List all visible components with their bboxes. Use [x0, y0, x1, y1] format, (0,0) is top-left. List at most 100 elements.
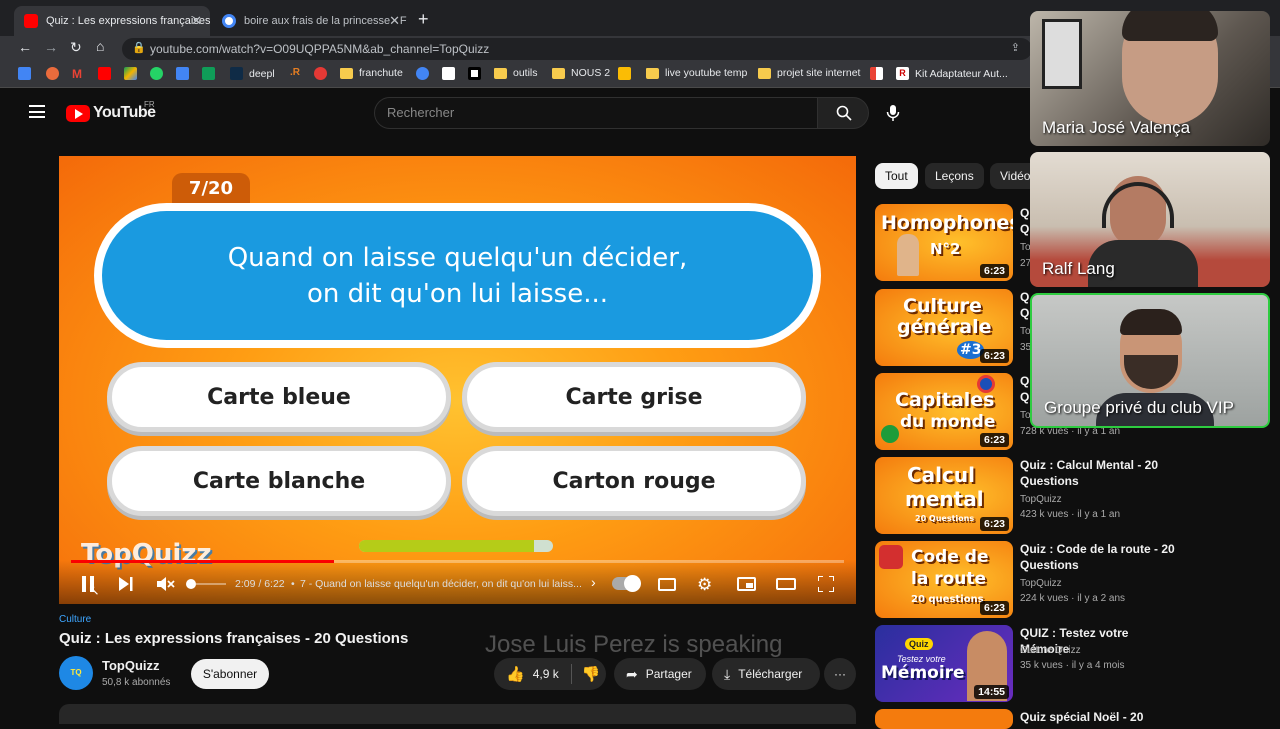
forward-icon[interactable]: → — [44, 39, 58, 55]
chip-lessons[interactable]: Leçons — [925, 163, 984, 189]
bookmark-live-youtube[interactable]: live youtube temp — [646, 67, 747, 79]
settings-gear-icon[interactable]: ⚙ — [697, 575, 712, 595]
youtube-bookmark-icon[interactable] — [98, 67, 117, 80]
dislike-icon[interactable]: 👎 — [582, 665, 601, 683]
next-icon[interactable] — [119, 577, 133, 591]
more-actions-button[interactable]: ··· — [824, 658, 856, 690]
search-button[interactable] — [817, 97, 869, 129]
video-player[interactable]: 7/20 Quand on laisse quelqu'un décider, … — [59, 156, 856, 604]
question-box: Quand on laisse quelqu'un décider, on di… — [94, 203, 821, 348]
address-bar[interactable]: 🔒 youtube.com/watch?v=O09UQPPA5NM&ab_cha… — [122, 38, 1032, 60]
speaker-overlay: Jose Luis Perez is speaking — [485, 631, 783, 658]
volume-slider[interactable] — [186, 579, 196, 589]
participant-tile-2[interactable]: Ralf Lang — [1030, 152, 1270, 287]
rec-title-7[interactable]: Quiz spécial Noël - 20 — [1020, 709, 1180, 725]
participant-tile-1[interactable]: Maria José Valença — [1030, 11, 1270, 146]
search-input[interactable]: Rechercher — [374, 97, 818, 129]
chip-all[interactable]: Tout — [875, 163, 918, 189]
bookmark-icon-2[interactable] — [46, 67, 65, 80]
tab-title: Quiz : Les expressions françaises — [46, 15, 210, 27]
participant-name: Groupe privé du club VIP — [1044, 398, 1234, 417]
question-line-1: Quand on laisse quelqu'un décider, — [227, 242, 688, 273]
back-icon[interactable]: ← — [18, 39, 32, 55]
gmail-icon[interactable]: M — [72, 67, 82, 81]
home-icon[interactable]: ⌂ — [96, 38, 104, 54]
rec-thumbnail-4[interactable]: Calcul mental 20 Questions 6:23 — [875, 457, 1013, 534]
chevron-right-icon[interactable]: › — [591, 574, 596, 590]
bookmark-nous2[interactable]: NOUS 2 — [552, 67, 610, 79]
tab-google-search[interactable]: boire aux frais de la princesse - F ✕ — [212, 6, 408, 36]
close-tab-icon[interactable]: ✕ — [389, 13, 400, 29]
close-tab-icon[interactable]: ✕ — [191, 13, 202, 29]
answer-b: Carte grise — [462, 362, 806, 432]
like-count[interactable]: 4,9 k — [533, 667, 559, 681]
share-icon: ➦ — [626, 665, 638, 682]
autoplay-toggle[interactable] — [612, 575, 641, 592]
rec-thumbnail-2[interactable]: Culture générale #3 6:23 — [875, 289, 1013, 366]
bookmark-icon-3[interactable] — [416, 67, 435, 80]
category-link[interactable]: Culture — [59, 614, 91, 625]
video-title: Quiz : Les expressions françaises - 20 Q… — [59, 630, 409, 647]
bookmark-projet-site[interactable]: projet site internet — [758, 67, 860, 79]
time-display: 2:09 / 6:22 — [235, 578, 285, 590]
url-text: youtube.com/watch?v=O09UQPPA5NM&ab_chann… — [150, 42, 490, 56]
rec-thumbnail-7[interactable] — [875, 709, 1013, 729]
microphone-icon[interactable] — [886, 104, 900, 122]
chapter-title[interactable]: 7 - Quand on laisse quelqu'un décider, o… — [300, 578, 590, 590]
bookmark-icon-1[interactable] — [18, 67, 37, 80]
answer-d: Carton rouge — [462, 446, 806, 516]
rec-thumbnail-1[interactable]: Homophones N°2 6:23 — [875, 204, 1013, 281]
channel-name[interactable]: TopQuizz — [102, 658, 160, 673]
bookmark-franchute[interactable]: franchute — [340, 67, 403, 79]
subtitles-icon[interactable] — [658, 578, 676, 591]
bookmark-icon-4[interactable] — [442, 67, 461, 80]
menu-icon[interactable] — [29, 105, 45, 118]
theater-mode-icon[interactable] — [776, 578, 796, 590]
docs-icon[interactable] — [176, 67, 195, 80]
install-app-icon[interactable]: ⇪ — [1011, 41, 1020, 54]
bookmark-deepl[interactable]: deepl — [230, 67, 275, 80]
timer-bar — [359, 540, 553, 552]
share-button[interactable]: ➦ Partager — [614, 658, 706, 690]
reload-icon[interactable]: ↻ — [70, 39, 82, 56]
sheets-icon[interactable] — [202, 67, 221, 80]
google-favicon-icon — [222, 14, 236, 28]
bookmark-icon-r1[interactable]: .R — [290, 67, 300, 78]
participant-tile-3-active-speaker[interactable]: Groupe privé du club VIP — [1030, 293, 1270, 428]
bookmark-icon-r2[interactable] — [314, 67, 333, 80]
rec-thumbnail-3[interactable]: Capitales du monde 6:23 — [875, 373, 1013, 450]
channel-avatar[interactable]: TQ — [59, 656, 93, 690]
whatsapp-icon[interactable] — [150, 67, 169, 80]
search-icon — [836, 105, 852, 121]
bookmark-kit-adaptateur[interactable]: R Kit Adaptateur Aut... — [896, 67, 1008, 80]
youtube-logo-icon[interactable] — [66, 105, 90, 122]
rec-title-4[interactable]: Quiz : Calcul Mental - 20 — [1020, 457, 1180, 473]
drive-icon[interactable] — [124, 67, 143, 80]
rec-thumbnail-5[interactable]: Code de la route 20 questions 6:23 — [875, 541, 1013, 618]
miniplayer-icon[interactable] — [737, 577, 756, 591]
participant-name: Maria José Valença — [1042, 118, 1191, 137]
bookmark-icon-5[interactable] — [468, 67, 487, 80]
new-tab-icon[interactable]: + — [418, 9, 429, 30]
like-icon[interactable]: 👍 — [506, 665, 525, 683]
bookmark-outils[interactable]: outils — [494, 67, 538, 79]
fullscreen-icon[interactable] — [818, 576, 834, 592]
region-code: FR — [144, 100, 155, 109]
like-dislike-group: 👍 4,9 k 👎 — [494, 658, 606, 690]
download-icon: ⤓ — [724, 665, 731, 682]
rec-title-5[interactable]: Quiz : Code de la route - 20 — [1020, 541, 1180, 557]
answer-c: Carte blanche — [107, 446, 451, 516]
participant-name: Ralf Lang — [1042, 259, 1115, 278]
mouse-cursor-icon: ↖ — [88, 582, 100, 598]
answer-a: Carte bleue — [107, 362, 451, 432]
description-box[interactable] — [59, 704, 856, 724]
tab-youtube-quiz[interactable]: Quiz : Les expressions françaises ✕ — [14, 6, 210, 36]
muted-volume-icon[interactable] — [157, 576, 175, 592]
subscribe-button[interactable]: S'abonner — [191, 659, 269, 689]
download-button[interactable]: ⤓ Télécharger — [712, 658, 820, 690]
question-counter: 7/20 — [172, 173, 250, 203]
rec-thumbnail-6[interactable]: Quiz Testez votre Mémoire 14:55 — [875, 625, 1013, 702]
bookmark-icon-7[interactable] — [870, 67, 889, 80]
bookmark-icon-6[interactable] — [618, 67, 637, 80]
tab-title: boire aux frais de la princesse - F — [244, 15, 407, 27]
